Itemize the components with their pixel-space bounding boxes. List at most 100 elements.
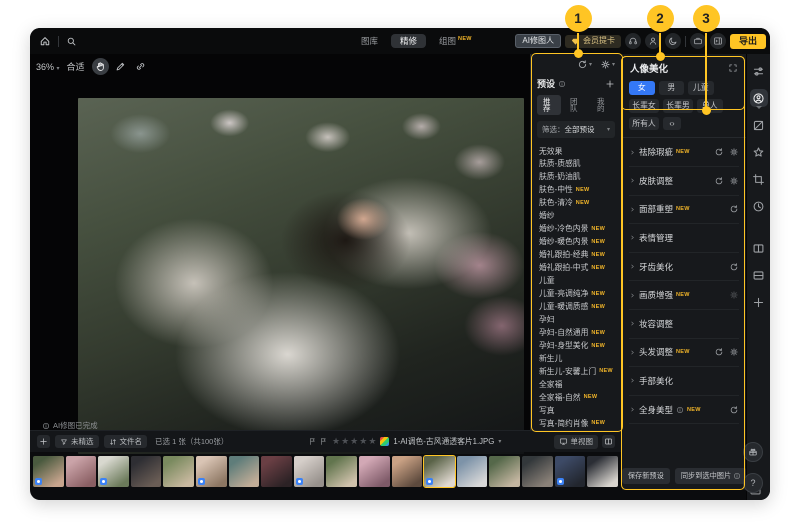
headset-button[interactable] [625,33,641,49]
preset-item[interactable]: 孕妇-身型美化NEW [531,340,621,353]
preset-item[interactable]: 肤色-清冷NEW [531,197,621,210]
filmstrip-thumb[interactable] [392,456,423,487]
plus-tool-button[interactable] [750,293,768,311]
expand-icon[interactable] [728,63,738,73]
section-手部美化[interactable]: 手部美化 [629,367,739,396]
history-dropdown[interactable]: ▾ [577,59,592,70]
star-icon[interactable]: ★ [341,437,349,446]
filmstrip-thumb[interactable] [33,456,64,487]
preset-item[interactable]: 写真 [531,404,621,417]
chip-女[interactable]: 女 [629,81,655,95]
section-头发调整[interactable]: 头发调整NEW [629,339,739,368]
star-icon[interactable]: ★ [359,437,367,446]
preset-item[interactable]: 全家福 [531,378,621,391]
hand-tool-button[interactable] [92,58,109,75]
save-new-preset-button[interactable]: 保存新预设 [622,468,670,484]
portrait-tool-button[interactable] [750,89,768,107]
lasso-tool-button[interactable] [750,143,768,161]
filmstrip-thumb[interactable] [261,456,292,487]
section-牙齿美化[interactable]: 牙齿美化 [629,253,739,282]
ai-retouch-button[interactable]: AI修图人 [515,34,561,48]
preset-item[interactable]: 婚纱-暖色内景NEW [531,236,621,249]
preset-item[interactable]: 孕妇-自然通用NEW [531,327,621,340]
preset-item[interactable]: 儿童-暖调质感NEW [531,301,621,314]
gear-icon[interactable] [729,176,739,186]
filmstrip-thumb[interactable] [457,456,488,487]
reset-icon[interactable] [729,405,739,415]
filmstrip-thumb[interactable] [229,456,260,487]
preset-item[interactable]: 婚纱-冷色内景NEW [531,223,621,236]
preset-item[interactable]: 新生儿 [531,353,621,366]
chip-长辈男[interactable]: 长辈男 [663,99,693,113]
single-view-button[interactable]: 单视图 [554,435,599,449]
filmstrip-thumb[interactable] [359,456,390,487]
reset-icon[interactable] [714,147,724,157]
star-icon[interactable]: ★ [350,437,358,446]
chip-男[interactable]: 男 [659,81,685,95]
home-icon[interactable] [39,35,51,47]
preset-tab-推荐[interactable]: 推荐 [537,95,561,115]
clock-tool-button[interactable] [750,197,768,215]
filmstrip-thumb[interactable] [522,456,553,487]
tab-图库[interactable]: 图库 [352,34,387,49]
preset-item[interactable]: 儿童 [531,275,621,288]
chip-长辈女[interactable]: 长辈女 [629,99,659,113]
filmstrip-thumb[interactable] [555,456,586,487]
reset-icon[interactable] [714,347,724,357]
section-祛除瑕疵[interactable]: 祛除瑕疵NEW [629,138,739,167]
reset-icon[interactable] [714,176,724,186]
preset-item[interactable]: 婚纱 [531,210,621,223]
section-画质增强[interactable]: 画质增强NEW [629,281,739,310]
briefcase-button[interactable] [690,33,706,49]
moon-button[interactable] [665,33,681,49]
layout-tool-button[interactable] [750,266,768,284]
zoom-level[interactable]: 36% ▾ [36,62,60,72]
gear-icon[interactable] [729,147,739,157]
filmstrip-thumb[interactable] [66,456,97,487]
preset-item[interactable]: 肤质-奶油肌 [531,171,621,184]
preset-item[interactable]: 肤色-中性NEW [531,184,621,197]
preset-item[interactable]: 肤质-质感肌 [531,158,621,171]
flag-icon[interactable] [319,437,328,446]
reset-icon[interactable] [729,262,739,272]
tab-精修[interactable]: 精修 [391,34,426,49]
link-tool-button[interactable] [132,58,149,75]
gear-icon[interactable] [729,347,739,357]
filter-unselected-chip[interactable]: 未精选 [55,435,99,448]
filmstrip-thumb[interactable] [424,456,455,487]
filmstrip-thumb[interactable] [294,456,325,487]
chevron-down-icon[interactable]: ▾ [498,438,501,445]
filmstrip-thumb[interactable] [163,456,194,487]
sliders-tool-button[interactable] [750,62,768,80]
preset-tab-我的[interactable]: 我的 [591,95,615,115]
preset-item[interactable]: 无效果 [531,145,621,158]
photo-preview[interactable] [78,98,524,454]
section-全身美型[interactable]: 全身美型NEW [629,396,739,425]
settings-dropdown[interactable]: ▾ [600,59,615,70]
chip-所有人[interactable]: 所有人 [629,117,659,131]
preset-item[interactable]: 新生儿-安馨上门NEW [531,365,621,378]
help-fab-button[interactable]: ? [743,473,763,493]
pen-tool-button[interactable] [112,58,129,75]
section-表情管理[interactable]: 表情管理 [629,224,739,253]
filmstrip-thumb[interactable] [587,456,618,487]
preset-item[interactable]: 孕妇 [531,314,621,327]
sync-to-selected-button[interactable]: 同步到选中图片 [675,468,747,484]
section-面部重塑[interactable]: 面部重塑NEW [629,196,739,225]
collapse-button[interactable] [710,33,726,49]
preset-filter-dropdown[interactable]: 筛选： 全部预设 ▾ [537,121,615,138]
tab-组图[interactable]: 组图NEW [430,34,481,49]
add-preset-button[interactable] [605,79,615,89]
add-photos-button[interactable] [37,435,50,448]
star-rating[interactable]: ★★★★★ [332,437,376,446]
filmstrip-thumb[interactable] [326,456,357,487]
search-icon[interactable] [66,36,77,47]
chip-儿童[interactable]: 儿童 [688,81,714,95]
vip-button[interactable]: 会员提卡 [565,35,621,48]
section-皮肤调整[interactable]: 皮肤调整 [629,167,739,196]
crop-tool-button[interactable] [750,170,768,188]
chip-单人[interactable]: 单人 [697,99,723,113]
compare-tool-button[interactable] [750,239,768,257]
preset-item[interactable]: 婚礼跟拍-经典NEW [531,249,621,262]
reset-icon[interactable] [729,204,739,214]
